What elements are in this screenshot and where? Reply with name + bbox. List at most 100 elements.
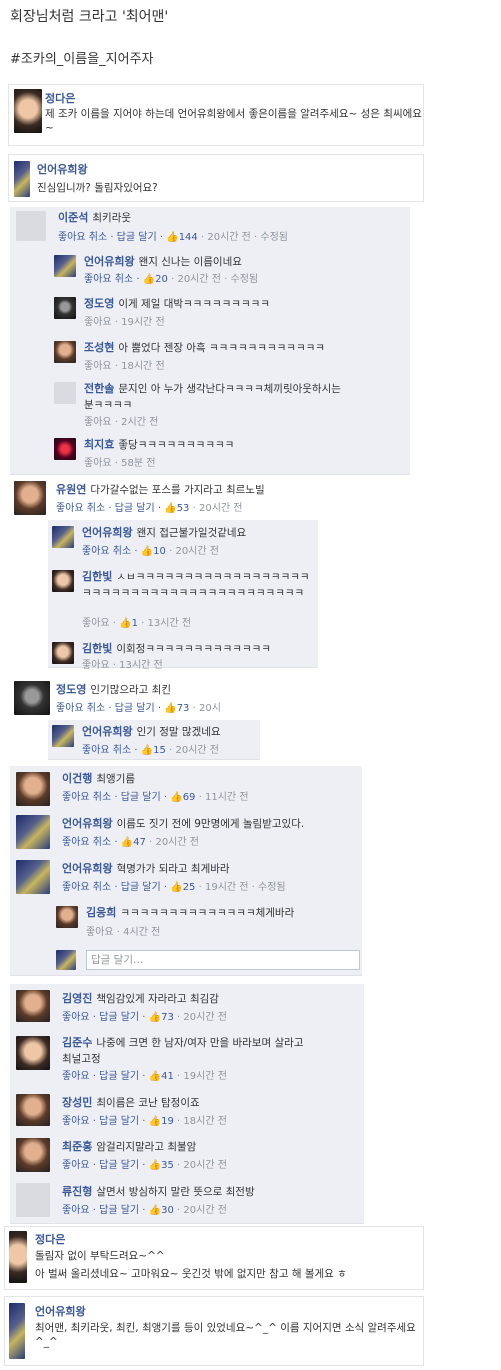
avatar[interactable]	[54, 297, 76, 319]
like-count[interactable]: 15	[153, 745, 166, 756]
like-action[interactable]: 좋아요 · 답글 달기 ·	[62, 1012, 149, 1023]
like-action[interactable]: 좋아요 취소 · 답글 달기 ·	[56, 503, 164, 514]
avatar[interactable]	[16, 1036, 50, 1070]
like-count[interactable]: 25	[183, 882, 196, 893]
comment-author[interactable]: 최준홍	[62, 1140, 92, 1153]
timestamp[interactable]: 20시	[199, 703, 221, 714]
like-count[interactable]: 47	[133, 837, 146, 848]
reply-author[interactable]: 전한솔	[84, 382, 114, 395]
comment-author[interactable]: 류진형	[62, 1185, 92, 1198]
reply-author[interactable]: 언어유희왕	[84, 255, 135, 268]
timestamp[interactable]: 20시간 전	[175, 745, 219, 756]
like-action[interactable]: 좋아요 취소 · 답글 달기 ·	[62, 792, 170, 803]
timestamp[interactable]: 20시간 전	[177, 274, 221, 285]
like-count[interactable]: 69	[183, 792, 196, 803]
timestamp[interactable]: 13시간 전	[148, 618, 192, 629]
reply-author[interactable]: 언어유희왕	[82, 725, 133, 738]
reply-author[interactable]: 조성현	[84, 341, 114, 354]
timestamp[interactable]: 11시간 전	[205, 792, 249, 803]
like-action[interactable]: 좋아요 취소 · 답글 달기 ·	[56, 703, 164, 714]
avatar[interactable]	[16, 990, 50, 1022]
avatar[interactable]	[52, 725, 74, 747]
timestamp[interactable]: 19시간 전	[183, 1071, 227, 1082]
avatar[interactable]	[14, 481, 46, 515]
avatar[interactable]	[16, 1138, 50, 1172]
like-action[interactable]: 좋아요 · 답글 달기 ·	[62, 1160, 149, 1171]
comment-meta: 좋아요 취소 · 답글 달기 · 👍25 · 19시간 전 · 수정됨	[62, 882, 286, 893]
like-action[interactable]: 좋아요 취소 ·	[62, 837, 121, 848]
avatar[interactable]	[16, 815, 50, 849]
like-action[interactable]: 좋아요 · 답글 달기 ·	[62, 1071, 149, 1082]
timestamp[interactable]: 18시간 전	[183, 1116, 227, 1127]
reply-input[interactable]: 답글 달기...	[86, 950, 360, 970]
post-author[interactable]: 정다은	[45, 90, 75, 106]
avatar[interactable]	[14, 681, 50, 715]
reply-text: 인기 정말 많겠네요	[136, 726, 221, 738]
like-action[interactable]: 좋아요 · 답글 달기 ·	[62, 1205, 149, 1216]
like-count[interactable]: 35	[161, 1160, 174, 1171]
avatar[interactable]	[54, 341, 76, 363]
like-action[interactable]: 좋아요 취소 ·	[82, 745, 141, 756]
reply-author[interactable]: 언어유희왕	[82, 526, 133, 539]
like-count[interactable]: 53	[177, 503, 190, 514]
like-count[interactable]: 20	[155, 274, 168, 285]
reply-author[interactable]: 최지효	[84, 438, 114, 451]
avatar[interactable]	[16, 1094, 50, 1126]
reply-author[interactable]: 정도영	[84, 297, 114, 310]
avatar[interactable]	[52, 642, 74, 664]
post-author[interactable]: 언어유희왕	[37, 161, 88, 177]
like-count[interactable]: 73	[177, 703, 190, 714]
comment-author[interactable]: 장성민	[62, 1096, 92, 1109]
thumbs-up-icon: 👍	[140, 546, 154, 557]
avatar[interactable]	[54, 255, 76, 277]
comment-author[interactable]: 이건행	[62, 772, 92, 785]
avatar[interactable]	[14, 89, 42, 133]
reply-meta: 좋아요 · 13시간 전	[82, 660, 163, 671]
avatar[interactable]	[9, 1231, 27, 1283]
avatar[interactable]	[16, 772, 50, 806]
timestamp[interactable]: 20시간 전	[183, 1160, 227, 1171]
avatar[interactable]	[16, 860, 50, 894]
like-action[interactable]: 좋아요 취소 · 답글 달기 ·	[58, 232, 166, 243]
comment-author[interactable]: 이준석	[58, 211, 88, 224]
like-count[interactable]: 41	[161, 1071, 174, 1082]
like-action[interactable]: 좋아요 ·	[82, 618, 119, 629]
timestamp[interactable]: 20시간 전	[207, 232, 251, 243]
timestamp[interactable]: 20시간 전	[183, 1205, 227, 1216]
avatar[interactable]	[9, 1303, 25, 1359]
timestamp[interactable]: 20시간 전	[183, 1012, 227, 1023]
timestamp[interactable]: 20시간 전	[175, 546, 219, 557]
avatar[interactable]	[16, 211, 46, 241]
reply-author[interactable]: 김한빛	[82, 570, 112, 583]
avatar[interactable]	[54, 382, 76, 404]
comment-author[interactable]: 김영진	[62, 992, 92, 1005]
like-count[interactable]: 1	[132, 618, 138, 629]
like-action[interactable]: 좋아요 취소 · 답글 달기 ·	[62, 882, 170, 893]
like-count[interactable]: 19	[161, 1116, 174, 1127]
avatar[interactable]	[54, 438, 76, 460]
like-count[interactable]: 10	[153, 546, 166, 557]
comment-author[interactable]: 언어유희왕	[62, 817, 113, 830]
like-count[interactable]: 144	[179, 232, 198, 243]
avatar[interactable]	[52, 570, 74, 592]
avatar[interactable]	[52, 526, 74, 548]
avatar[interactable]	[56, 906, 78, 928]
post-author[interactable]: 언어유희왕	[35, 1303, 86, 1319]
like-action[interactable]: 좋아요 취소 ·	[82, 546, 141, 557]
comment-author[interactable]: 정도영	[56, 683, 86, 696]
avatar[interactable]	[14, 161, 30, 197]
comment-author[interactable]: 유원연	[56, 483, 86, 496]
timestamp[interactable]: 20시간 전	[199, 503, 243, 514]
comment-author[interactable]: 김준수	[62, 1036, 92, 1049]
reply-author[interactable]: 김응희	[86, 906, 116, 919]
like-count[interactable]: 30	[161, 1205, 174, 1216]
post-author[interactable]: 정다은	[35, 1231, 65, 1247]
like-count[interactable]: 73	[161, 1012, 174, 1023]
like-action[interactable]: 좋아요 취소 ·	[84, 274, 143, 285]
timestamp[interactable]: 19시간 전	[205, 882, 249, 893]
comment-author[interactable]: 언어유희왕	[62, 862, 113, 875]
avatar[interactable]	[16, 1183, 50, 1217]
timestamp[interactable]: 20시간 전	[155, 837, 199, 848]
like-action[interactable]: 좋아요 · 답글 달기 ·	[62, 1116, 149, 1127]
reply-author[interactable]: 김한빛	[82, 642, 112, 655]
